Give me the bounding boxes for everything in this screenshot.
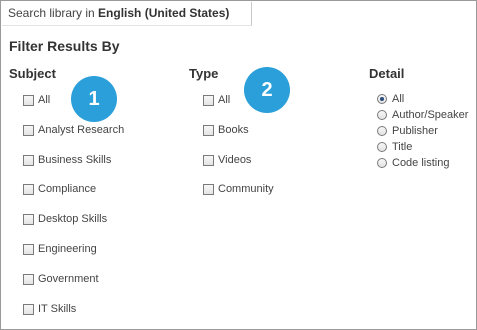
checkbox[interactable] [23, 243, 34, 255]
type-option-label: Books [218, 124, 249, 136]
subject-option-label: Government [38, 273, 99, 285]
checkbox[interactable] [203, 94, 214, 106]
radio[interactable] [377, 158, 387, 168]
type-option-videos[interactable]: Videos [203, 154, 251, 166]
search-language-label: English (United States) [98, 6, 230, 20]
subject-option-it-skills[interactable]: IT Skills [23, 303, 76, 315]
radio[interactable] [377, 142, 387, 152]
detail-option-label: Publisher [392, 125, 438, 137]
subject-option-label: All [38, 94, 51, 106]
detail-option-all[interactable]: All [377, 93, 404, 105]
detail-option-code-listing[interactable]: Code listing [377, 157, 449, 169]
subject-option-desktop-skills[interactable]: Desktop Skills [23, 213, 107, 225]
type-option-community[interactable]: Community [203, 183, 274, 195]
radio-selected[interactable] [377, 94, 387, 104]
detail-option-label: Code listing [392, 157, 450, 169]
callout-badge-1: 1 [71, 76, 117, 122]
radio[interactable] [377, 126, 387, 136]
checkbox[interactable] [23, 94, 34, 106]
type-option-all[interactable]: All [203, 94, 230, 106]
checkbox[interactable] [23, 124, 34, 136]
type-option-label: All [218, 94, 231, 106]
detail-title: Detail [369, 66, 405, 81]
checkbox[interactable] [203, 154, 214, 166]
subject-option-label: IT Skills [38, 303, 77, 315]
subject-option-engineering[interactable]: Engineering [23, 243, 97, 255]
type-option-label: Community [218, 183, 274, 195]
subject-option-label: Analyst Research [38, 124, 125, 136]
type-option-books[interactable]: Books [203, 124, 249, 136]
search-library-bar[interactable]: Search library in English (United States… [2, 2, 252, 26]
checkbox[interactable] [23, 273, 34, 285]
detail-option-publisher[interactable]: Publisher [377, 125, 438, 137]
detail-option-title[interactable]: Title [377, 141, 412, 153]
subject-option-label: Engineering [38, 243, 97, 255]
type-title: Type [189, 66, 219, 81]
detail-option-author-speaker[interactable]: Author/Speaker [377, 109, 468, 121]
detail-option-label: All [392, 93, 405, 105]
checkbox[interactable] [23, 183, 34, 195]
filter-panel: Search library in English (United States… [0, 0, 477, 330]
filter-results-heading: Filter Results By [9, 38, 120, 54]
subject-option-all[interactable]: All [23, 94, 50, 106]
search-prefix-label: Search library in [8, 6, 99, 20]
subject-option-government[interactable]: Government [23, 273, 99, 285]
checkbox[interactable] [23, 213, 34, 225]
subject-option-label: Compliance [38, 183, 97, 195]
callout-badge-2: 2 [244, 67, 290, 113]
subject-option-business-skills[interactable]: Business Skills [23, 154, 111, 166]
detail-option-label: Title [392, 141, 413, 153]
subject-option-label: Business Skills [38, 154, 112, 166]
checkbox[interactable] [23, 303, 34, 315]
subject-option-label: Desktop Skills [38, 213, 108, 225]
subject-option-analyst-research[interactable]: Analyst Research [23, 124, 124, 136]
subject-option-compliance[interactable]: Compliance [23, 183, 96, 195]
detail-option-label: Author/Speaker [392, 109, 469, 121]
checkbox[interactable] [203, 124, 214, 136]
type-option-label: Videos [218, 154, 252, 166]
subject-title: Subject [9, 66, 56, 81]
checkbox[interactable] [23, 154, 34, 166]
checkbox[interactable] [203, 183, 214, 195]
radio[interactable] [377, 110, 387, 120]
